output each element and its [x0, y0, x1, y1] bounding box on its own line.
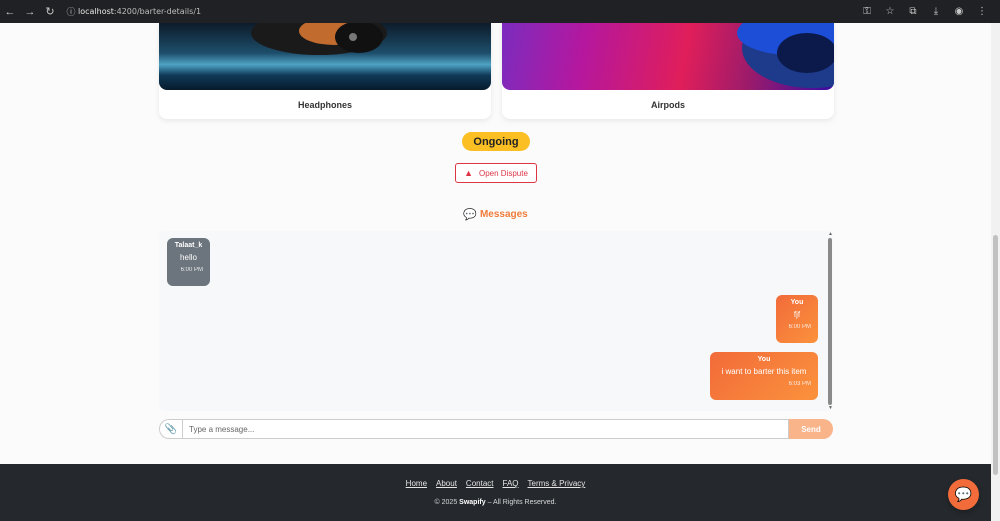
footer: Home About Contact FAQ Terms & Privacy ©… [0, 464, 991, 521]
brand-name: Swapify [459, 499, 486, 506]
copyright: © 2025 Swapify – All Rights Reserved. [0, 499, 991, 506]
reload-icon[interactable]: ↻ [40, 0, 60, 23]
message-time: 6:03 PM [788, 381, 811, 387]
footer-link-terms[interactable]: Terms & Privacy [528, 479, 586, 488]
footer-link-about[interactable]: About [436, 479, 457, 488]
chat-scroll-thumb[interactable] [828, 238, 832, 405]
page-scroll-thumb[interactable] [993, 235, 998, 475]
browser-toolbar: ← → ↻ ⓘ localhost:4200/barter-details/1 … [0, 0, 1000, 23]
messages-title: Messages [479, 208, 528, 220]
status-badge: Ongoing [462, 132, 530, 151]
message-text: hello [180, 253, 197, 262]
site-info-icon[interactable]: ⓘ [64, 5, 78, 18]
message-text: i want to barter this item [721, 367, 807, 376]
product-card-headphones[interactable]: Headphones [159, 23, 491, 119]
product-name: Headphones [297, 99, 352, 110]
chat-window[interactable]: Talaat_k hello 6:00 PM You fjf 6:00 PM Y… [159, 231, 833, 411]
forward-icon[interactable]: → [20, 0, 40, 23]
message-sender: You [757, 356, 771, 363]
message-bubble: Talaat_k hello 6:00 PM [167, 238, 210, 286]
message-bubble: You i want to barter this item 6:03 PM [710, 352, 818, 400]
url-host: localhost [78, 7, 114, 16]
page-content: Headphones Airpods Ongoing ▲ Open Disput… [0, 23, 991, 521]
key-icon[interactable]: ⚿ [857, 0, 877, 23]
product-image-airpods [502, 23, 834, 90]
extensions-icon[interactable]: ⧉ [903, 0, 923, 23]
message-time: 6:00 PM [788, 324, 811, 330]
back-icon[interactable]: ← [0, 0, 20, 23]
paperclip-icon[interactable]: 📎 [159, 419, 182, 439]
chat-bubble-icon[interactable]: 💬 [948, 479, 979, 510]
menu-icon[interactable]: ⋮ [972, 0, 992, 23]
open-dispute-button[interactable]: ▲ Open Dispute [455, 163, 537, 183]
message-bubble: You fjf 6:00 PM [776, 295, 818, 343]
product-card-airpods[interactable]: Airpods [502, 23, 834, 119]
product-name: Airpods [650, 99, 685, 110]
message-sender: You [790, 299, 804, 306]
footer-link-contact[interactable]: Contact [466, 479, 494, 488]
page-scrollbar[interactable] [991, 23, 1000, 521]
footer-link-faq[interactable]: FAQ [503, 479, 519, 488]
scroll-up-icon[interactable]: ▲ [828, 231, 833, 237]
open-dispute-label: Open Dispute [479, 168, 528, 178]
warning-triangle-icon: ▲ [464, 168, 473, 178]
profile-icon[interactable]: ◉ [949, 0, 969, 23]
scroll-down-icon[interactable]: ▼ [828, 405, 833, 411]
product-image-headphones [159, 23, 491, 90]
star-icon[interactable]: ☆ [880, 0, 900, 23]
footer-links: Home About Contact FAQ Terms & Privacy [0, 479, 991, 488]
address-bar[interactable]: ⓘ localhost:4200/barter-details/1 [64, 3, 201, 20]
message-input[interactable] [182, 419, 789, 439]
download-icon[interactable]: ⤓ [926, 0, 946, 23]
send-button[interactable]: Send [789, 419, 833, 439]
copyright-prefix: © 2025 [434, 499, 458, 506]
message-sender: Talaat_k [174, 242, 203, 249]
message-text: fjf [793, 310, 801, 319]
footer-link-home[interactable]: Home [406, 479, 427, 488]
copyright-suffix: – All Rights Reserved. [487, 499, 557, 506]
messages-heading: 💬 Messages [0, 207, 991, 221]
url-path: :4200/barter-details/1 [113, 7, 202, 16]
chat-scrollbar[interactable]: ▲ ▼ [827, 231, 833, 411]
speech-bubble-icon: 💬 [463, 208, 477, 221]
message-composer: 📎 Send [159, 419, 833, 439]
message-time: 6:00 PM [180, 267, 203, 273]
